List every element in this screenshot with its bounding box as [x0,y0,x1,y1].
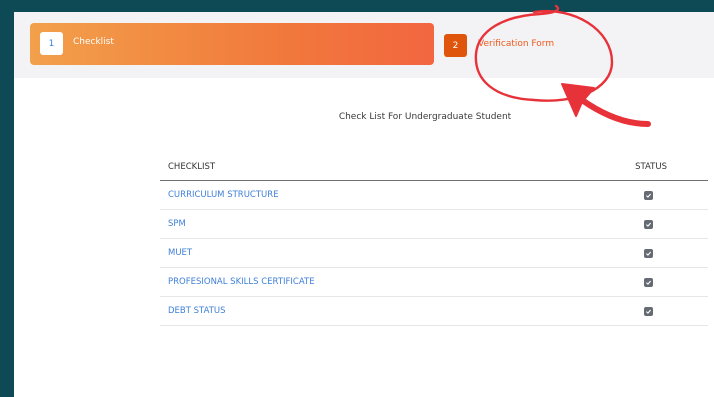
status-checkbox[interactable] [644,191,653,200]
check-icon [646,251,652,256]
status-checkbox[interactable] [644,220,653,229]
checklist-link-spm[interactable]: SPM [168,219,186,229]
table-row: DEBT STATUS [160,297,708,326]
check-icon [646,309,652,314]
column-header-status: STATUS [635,162,667,172]
step-1-checklist[interactable]: 1 Checklist [30,23,434,65]
check-icon [646,193,652,198]
page-title: Check List For Undergraduate Student [338,112,512,122]
table-row: SPM [160,210,708,239]
table-row: CURRICULUM STRUCTURE [160,181,708,210]
checklist-table: CHECKLIST STATUS CURRICULUM STRUCTURE SP… [160,159,708,326]
check-icon [646,222,652,227]
main-panel: 1 Checklist 2 Verification Form Check Li… [14,4,714,397]
step-1-number: 1 [40,32,63,55]
checklist-link-curriculum-structure[interactable]: CURRICULUM STRUCTURE [168,190,279,200]
status-checkbox[interactable] [644,307,653,316]
step-1-label: Checklist [73,37,114,47]
table-row: PROFESIONAL SKILLS CERTIFICATE [160,268,708,297]
red-circle-annotation [474,4,614,102]
annotation-overlay [474,4,651,127]
checklist-link-professional-skills[interactable]: PROFESIONAL SKILLS CERTIFICATE [168,277,315,287]
status-checkbox[interactable] [644,249,653,258]
checklist-link-muet[interactable]: MUET [168,248,192,258]
column-header-checklist: CHECKLIST [168,162,216,172]
status-checkbox[interactable] [644,278,653,287]
table-row: MUET [160,239,708,268]
red-arrow-annotation-shaft [579,97,651,127]
checklist-link-debt-status[interactable]: DEBT STATUS [168,306,226,316]
table-header: CHECKLIST STATUS [160,159,708,181]
check-icon [646,280,652,285]
